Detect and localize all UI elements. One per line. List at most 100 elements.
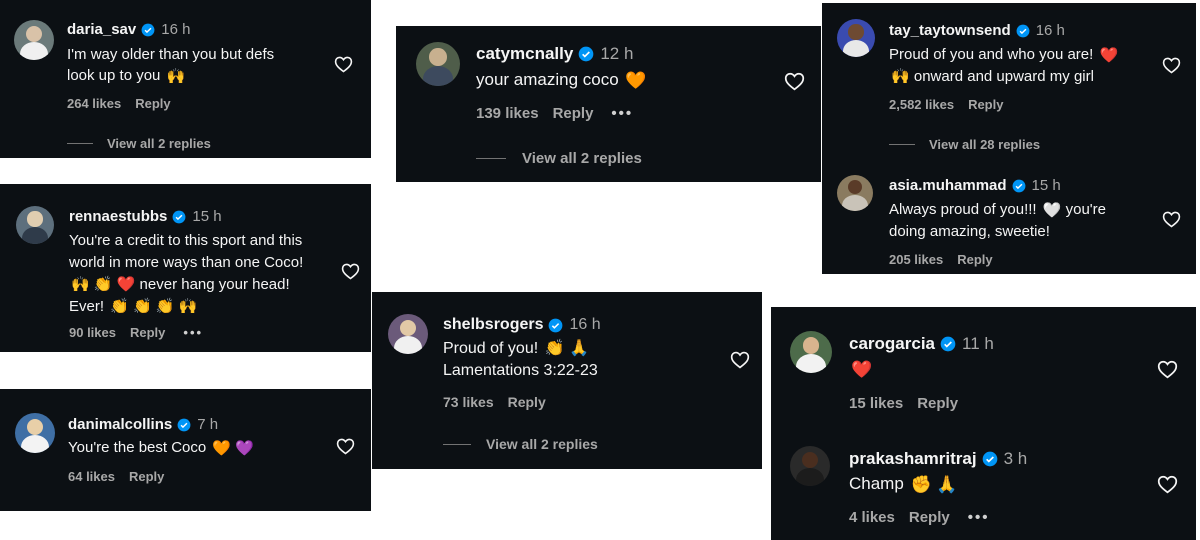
emoji: 🧡 💜 bbox=[212, 439, 254, 457]
heart-outline-icon[interactable] bbox=[334, 55, 353, 73]
username[interactable]: prakashamritraj bbox=[849, 449, 977, 469]
heart-outline-icon[interactable] bbox=[1157, 474, 1178, 494]
verified-badge-icon bbox=[982, 451, 997, 467]
likes-count[interactable]: 2,582 likes bbox=[889, 97, 954, 112]
comment-time[interactable]: 3 h bbox=[1004, 449, 1028, 469]
verified-badge-icon bbox=[177, 418, 191, 431]
heart-outline-icon[interactable] bbox=[341, 262, 360, 280]
avatar[interactable] bbox=[14, 20, 54, 60]
comment-text-line: Proud of you! bbox=[443, 340, 539, 358]
avatar[interactable] bbox=[416, 42, 460, 86]
heart-outline-icon[interactable] bbox=[1162, 56, 1181, 74]
divider bbox=[476, 158, 506, 159]
avatar[interactable] bbox=[790, 446, 830, 486]
comment-time[interactable]: 7 h bbox=[197, 416, 218, 433]
comment-text-line: world in more ways than one Coco! bbox=[69, 254, 304, 271]
comment-text-line: Lamentations 3:22-23 bbox=[443, 362, 598, 380]
emoji: 🤍 bbox=[1042, 201, 1062, 219]
reply-button[interactable]: Reply bbox=[129, 469, 164, 484]
emoji: 👏 🙏 bbox=[544, 340, 589, 357]
comment-text-line: never hang your head! bbox=[139, 276, 290, 293]
divider bbox=[443, 443, 471, 445]
username[interactable]: danimalcollins bbox=[68, 416, 172, 433]
username[interactable]: shelbsrogers bbox=[443, 316, 543, 334]
comment-text-line: I'm way older than you but defs bbox=[67, 46, 275, 63]
reply-button[interactable]: Reply bbox=[917, 395, 958, 412]
heart-outline-icon[interactable] bbox=[730, 350, 750, 369]
more-dots-icon[interactable]: ••• bbox=[968, 509, 990, 526]
reply-button[interactable]: Reply bbox=[968, 97, 1003, 112]
reply-button[interactable]: Reply bbox=[135, 96, 170, 111]
username[interactable]: carogarcia bbox=[849, 334, 935, 354]
view-replies-button[interactable]: View all 2 replies bbox=[522, 150, 642, 167]
reply-button[interactable]: Reply bbox=[957, 252, 992, 267]
comment-card-caro: carogarcia 11 h ❤️ 15 likes Reply prakas… bbox=[771, 307, 1196, 540]
emoji: ✊ 🙏 bbox=[910, 474, 958, 494]
avatar[interactable] bbox=[837, 175, 873, 211]
verified-badge-icon bbox=[1012, 179, 1025, 192]
divider bbox=[67, 143, 93, 144]
comment-card-dani: danimalcollins 7 h You're the best Coco … bbox=[0, 389, 371, 511]
comment-time[interactable]: 12 h bbox=[600, 44, 633, 64]
likes-count[interactable]: 15 likes bbox=[849, 395, 903, 412]
comment-time[interactable]: 16 h bbox=[569, 316, 600, 334]
heart-outline-icon[interactable] bbox=[1157, 359, 1178, 379]
likes-count[interactable]: 4 likes bbox=[849, 509, 895, 526]
emoji: ❤️ bbox=[1099, 46, 1119, 64]
avatar[interactable] bbox=[15, 413, 55, 453]
avatar[interactable] bbox=[388, 314, 428, 354]
heart-outline-icon[interactable] bbox=[784, 71, 805, 91]
verified-badge-icon bbox=[141, 23, 155, 36]
reply-button[interactable]: Reply bbox=[130, 325, 165, 340]
likes-count[interactable]: 64 likes bbox=[68, 469, 115, 484]
comment-card-daria: daria_sav 16 h I'm way older than you bu… bbox=[0, 0, 371, 158]
comment-time[interactable]: 16 h bbox=[1036, 22, 1065, 39]
emoji: 🙌 bbox=[166, 67, 186, 85]
comment-text-line: You're the best Coco bbox=[68, 439, 207, 456]
comment-text-line: look up to you bbox=[67, 67, 161, 84]
reply-button[interactable]: Reply bbox=[909, 509, 950, 526]
likes-count[interactable]: 73 likes bbox=[443, 394, 494, 410]
comment-time[interactable]: 15 h bbox=[192, 208, 221, 225]
view-replies-button[interactable]: View all 28 replies bbox=[929, 137, 1040, 152]
username[interactable]: tay_taytownsend bbox=[889, 22, 1011, 39]
reply-button[interactable]: Reply bbox=[553, 105, 594, 122]
username[interactable]: daria_sav bbox=[67, 21, 136, 38]
likes-count[interactable]: 205 likes bbox=[889, 252, 943, 267]
username[interactable]: catymcnally bbox=[476, 44, 573, 64]
comment-time[interactable]: 16 h bbox=[161, 21, 190, 38]
more-dots-icon[interactable]: ••• bbox=[183, 325, 203, 340]
comment-time[interactable]: 15 h bbox=[1032, 177, 1061, 194]
reply-button[interactable]: Reply bbox=[508, 394, 546, 410]
comment-text-line: Ever! bbox=[69, 298, 105, 316]
heart-emoji: ❤️ bbox=[851, 359, 873, 379]
comment-card-caty: catymcnally 12 h your amazing coco 🧡 139… bbox=[396, 26, 821, 182]
avatar[interactable] bbox=[790, 331, 832, 373]
verified-badge-icon bbox=[172, 210, 186, 223]
likes-count[interactable]: 139 likes bbox=[476, 105, 539, 122]
heart-outline-icon[interactable] bbox=[336, 437, 355, 455]
view-replies-button[interactable]: View all 2 replies bbox=[486, 436, 598, 452]
comment-card-renna: rennaestubbs 15 h You're a credit to thi… bbox=[0, 184, 371, 352]
emoji: 🙌 bbox=[891, 68, 910, 86]
verified-badge-icon bbox=[549, 318, 563, 332]
view-replies-button[interactable]: View all 2 replies bbox=[107, 136, 211, 151]
comment-text-line: doing amazing, sweetie! bbox=[889, 222, 1050, 240]
heart-outline-icon[interactable] bbox=[1162, 210, 1181, 228]
verified-badge-icon bbox=[1016, 24, 1030, 37]
comment-text-line: you're bbox=[1065, 201, 1106, 218]
avatar[interactable] bbox=[16, 206, 54, 244]
comment-text-line: your amazing coco bbox=[476, 70, 619, 89]
comment-text-line: onward and upward my girl bbox=[913, 67, 1094, 85]
verified-badge-icon bbox=[940, 336, 956, 352]
username[interactable]: rennaestubbs bbox=[69, 208, 167, 225]
comment-card-shelby: shelbsrogers 16 h Proud of you! 👏 🙏 Lame… bbox=[372, 292, 762, 469]
username[interactable]: asia.muhammad bbox=[889, 177, 1007, 194]
comment-time[interactable]: 11 h bbox=[962, 334, 994, 354]
likes-count[interactable]: 264 likes bbox=[67, 96, 121, 111]
verified-badge-icon bbox=[579, 46, 594, 62]
avatar[interactable] bbox=[837, 19, 875, 57]
more-dots-icon[interactable]: ••• bbox=[611, 105, 633, 122]
likes-count[interactable]: 90 likes bbox=[69, 325, 116, 340]
comment-text-line: Champ bbox=[849, 474, 904, 493]
